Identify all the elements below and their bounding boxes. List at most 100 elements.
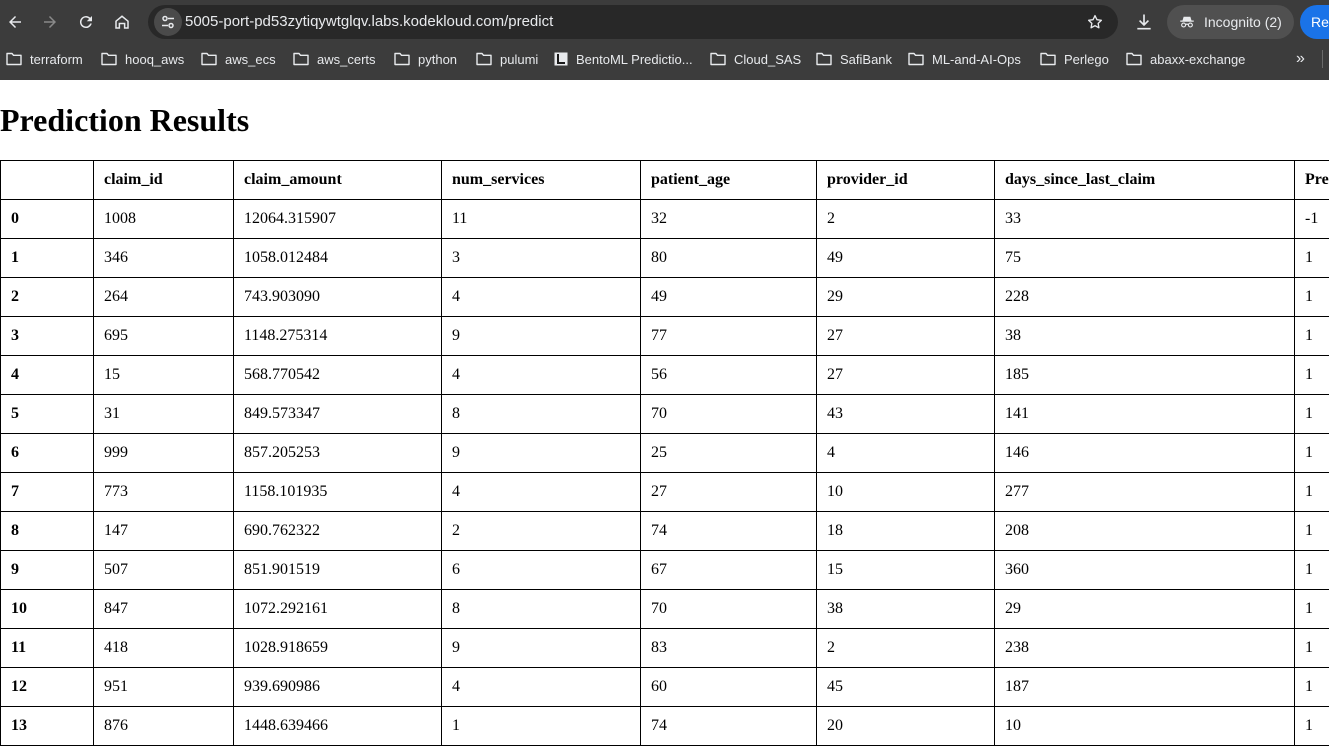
table-cell: 8 (441, 394, 641, 434)
bookmark-folder[interactable]: terraform (6, 47, 83, 71)
incognito-button[interactable]: Incognito (2) (1167, 5, 1294, 39)
bookmark-folder[interactable]: aws_certs (293, 47, 376, 71)
table-row: 3 695 1148.275314 9 77 27 38 1 (0, 316, 1329, 356)
table-cell: 1 (1294, 550, 1329, 590)
table-cell: 27 (816, 355, 995, 395)
row-index: 8 (0, 511, 94, 551)
forward-button[interactable] (36, 8, 64, 36)
column-header: days_since_last_claim (994, 160, 1295, 200)
table-cell: 77 (640, 316, 817, 356)
folder-icon (201, 52, 217, 66)
table-header: claim_id claim_amount num_services patient_… (0, 160, 1329, 200)
bookmark-folder[interactable]: Cloud_SAS (710, 47, 801, 71)
table-cell: 56 (640, 355, 817, 395)
table-cell: 38 (994, 316, 1295, 356)
table-cell: 32 (640, 199, 817, 239)
table-cell: 1028.918659 (233, 628, 442, 668)
table-cell: 939.690986 (233, 667, 442, 707)
table-cell: 18 (816, 511, 995, 551)
table-cell: 10 (994, 706, 1295, 746)
site-info-button[interactable] (154, 8, 182, 36)
table-row: 1 346 1058.012484 3 80 49 75 1 (0, 238, 1329, 278)
reload-button[interactable] (72, 8, 100, 36)
table-cell: 4 (816, 433, 995, 473)
bookmark-folder[interactable]: Perlego (1040, 47, 1109, 71)
table-cell: 876 (93, 706, 234, 746)
table-cell: 208 (994, 511, 1295, 551)
table-cell: 238 (994, 628, 1295, 668)
table-cell: 6 (441, 550, 641, 590)
bookmark-folder[interactable]: ML-and-AI-Ops (908, 47, 1021, 71)
bookmarks-bar: terraform hooq_aws aws_ecs aws_certs pyt… (0, 47, 1329, 71)
bookmark-folder[interactable]: aws_ecs (201, 47, 276, 71)
table-cell: 45 (816, 667, 995, 707)
column-header: claim_amount (233, 160, 442, 200)
relaunch-button[interactable]: Rel (1300, 5, 1329, 39)
table-cell: 74 (640, 511, 817, 551)
table-cell: 1 (1294, 394, 1329, 434)
table-cell: 4 (441, 472, 641, 512)
table-cell: 277 (994, 472, 1295, 512)
row-index: 0 (0, 199, 94, 239)
downloads-button[interactable] (1132, 10, 1156, 34)
bookmark-link[interactable]: BentoML Predictio... (554, 47, 693, 71)
table-cell: 29 (816, 277, 995, 317)
table-cell: 999 (93, 433, 234, 473)
column-header: num_services (441, 160, 641, 200)
folder-icon (1040, 52, 1056, 66)
url-text[interactable]: 5005-port-pd53zytiqywtglqv.labs.kodeklou… (185, 13, 553, 31)
table-cell: 1 (1294, 355, 1329, 395)
table-cell: 27 (816, 316, 995, 356)
bookmark-folder[interactable]: hooq_aws (101, 47, 184, 71)
row-index: 1 (0, 238, 94, 278)
bookmark-folder[interactable]: abaxx-exchange (1126, 47, 1245, 71)
table-cell: 80 (640, 238, 817, 278)
table-cell: 695 (93, 316, 234, 356)
results-table: claim_id claim_amount num_services patient_… (0, 160, 1329, 746)
bookmark-folder[interactable]: python (394, 47, 457, 71)
column-header: provider_id (816, 160, 995, 200)
table-cell: 690.762322 (233, 511, 442, 551)
table-row: 4 15 568.770542 4 56 27 185 1 (0, 355, 1329, 395)
bookmark-folder[interactable]: SafiBank (816, 47, 892, 71)
table-cell: 9 (441, 628, 641, 668)
address-bar[interactable]: 5005-port-pd53zytiqywtglqv.labs.kodeklou… (148, 5, 1118, 39)
bookmark-label: SafiBank (840, 51, 893, 67)
home-button[interactable] (108, 8, 136, 36)
folder-icon (293, 52, 309, 66)
more-bookmarks-button[interactable]: » (1296, 50, 1305, 68)
bookmarks-divider (1322, 50, 1323, 68)
tune-icon (162, 15, 174, 29)
incognito-icon (1180, 16, 1194, 28)
table-row: 9 507 851.901519 6 67 15 360 1 (0, 550, 1329, 590)
row-index: 11 (0, 628, 94, 668)
table-cell: 187 (994, 667, 1295, 707)
table-cell: 851.901519 (233, 550, 442, 590)
table-cell: 146 (994, 433, 1295, 473)
table-row: 6 999 857.205253 9 25 4 146 1 (0, 433, 1329, 473)
table-cell: 264 (93, 277, 234, 317)
table-cell: 360 (994, 550, 1295, 590)
table-cell: 773 (93, 472, 234, 512)
table-cell: 83 (640, 628, 817, 668)
row-index: 12 (0, 667, 94, 707)
back-button[interactable] (1, 8, 29, 36)
table-body: 0 1008 12064.315907 11 32 2 33 -1 1 346 1058.01248… (0, 199, 1329, 746)
bookmark-star-icon[interactable] (1086, 13, 1104, 31)
table-row: 2 264 743.903090 4 49 29 228 1 (0, 277, 1329, 317)
table-row: 13 876 1448.639466 1 74 20 10 1 (0, 706, 1329, 746)
table-cell: 141 (994, 394, 1295, 434)
table-cell: 185 (994, 355, 1295, 395)
bookmark-label: BentoML Predictio... (576, 51, 693, 67)
table-cell: 75 (994, 238, 1295, 278)
bookmark-folder[interactable]: pulumi (476, 47, 538, 71)
table-cell: 1 (1294, 667, 1329, 707)
table-cell: 38 (816, 589, 995, 629)
table-cell: 743.903090 (233, 277, 442, 317)
table-cell: 346 (93, 238, 234, 278)
reload-icon (79, 16, 92, 29)
row-index: 6 (0, 433, 94, 473)
table-row: 0 1008 12064.315907 11 32 2 33 -1 (0, 199, 1329, 239)
arrow-right-icon (44, 16, 56, 28)
table-row: 12 951 939.690986 4 60 45 187 1 (0, 667, 1329, 707)
